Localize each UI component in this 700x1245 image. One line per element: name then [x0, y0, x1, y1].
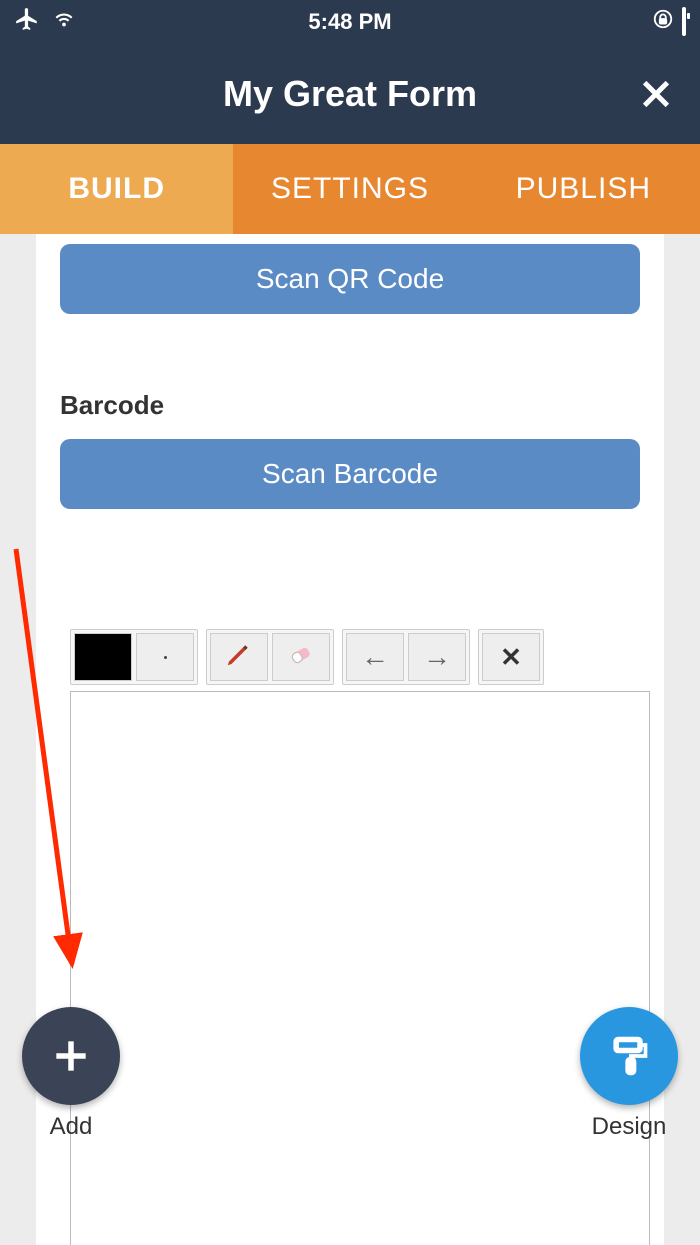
arrow-left-icon: ←	[361, 641, 389, 673]
tab-build[interactable]: BUILD	[0, 144, 233, 234]
plus-icon	[49, 1034, 93, 1078]
scan-barcode-button[interactable]: Scan Barcode	[60, 439, 640, 509]
pencil-icon	[224, 639, 254, 675]
barcode-field-label: Barcode	[60, 390, 640, 421]
form-canvas[interactable]: Scan QR Code Barcode Scan Barcode	[0, 234, 700, 1245]
design-fab-label: Design	[564, 1113, 694, 1141]
status-bar: 5:48 PM	[0, 0, 700, 44]
clear-button[interactable]: ✕	[482, 633, 540, 681]
rotation-lock-icon	[652, 8, 674, 36]
paint-roller-icon	[607, 1034, 651, 1078]
tab-bar: BUILD SETTINGS PUBLISH	[0, 144, 700, 234]
airplane-mode-icon	[14, 6, 40, 38]
tab-settings[interactable]: SETTINGS	[233, 144, 466, 234]
arrow-right-icon: →	[423, 641, 451, 673]
page-title: My Great Form	[223, 73, 477, 115]
signature-field: ← → ✕	[60, 629, 640, 1245]
tab-publish[interactable]: PUBLISH	[467, 144, 700, 234]
design-fab[interactable]	[580, 1007, 678, 1105]
redo-button[interactable]: →	[408, 633, 466, 681]
signature-toolbar: ← → ✕	[70, 629, 640, 685]
color-swatch-button[interactable]	[74, 633, 132, 681]
scan-qr-button[interactable]: Scan QR Code	[60, 244, 640, 314]
close-icon	[639, 77, 673, 111]
battery-icon	[682, 9, 686, 35]
status-time: 5:48 PM	[0, 9, 700, 35]
eraser-icon	[286, 639, 316, 675]
eraser-tool-button[interactable]	[272, 633, 330, 681]
page-header: My Great Form	[0, 44, 700, 144]
form-card: Scan QR Code Barcode Scan Barcode	[36, 234, 664, 1245]
x-icon: ✕	[500, 642, 522, 673]
signature-canvas[interactable]	[70, 691, 650, 1245]
brush-size-button[interactable]	[136, 633, 194, 681]
close-button[interactable]	[636, 74, 676, 114]
add-fab[interactable]	[22, 1007, 120, 1105]
undo-button[interactable]: ←	[346, 633, 404, 681]
pen-tool-button[interactable]	[210, 633, 268, 681]
wifi-icon	[50, 8, 78, 36]
add-fab-label: Add	[22, 1113, 120, 1141]
